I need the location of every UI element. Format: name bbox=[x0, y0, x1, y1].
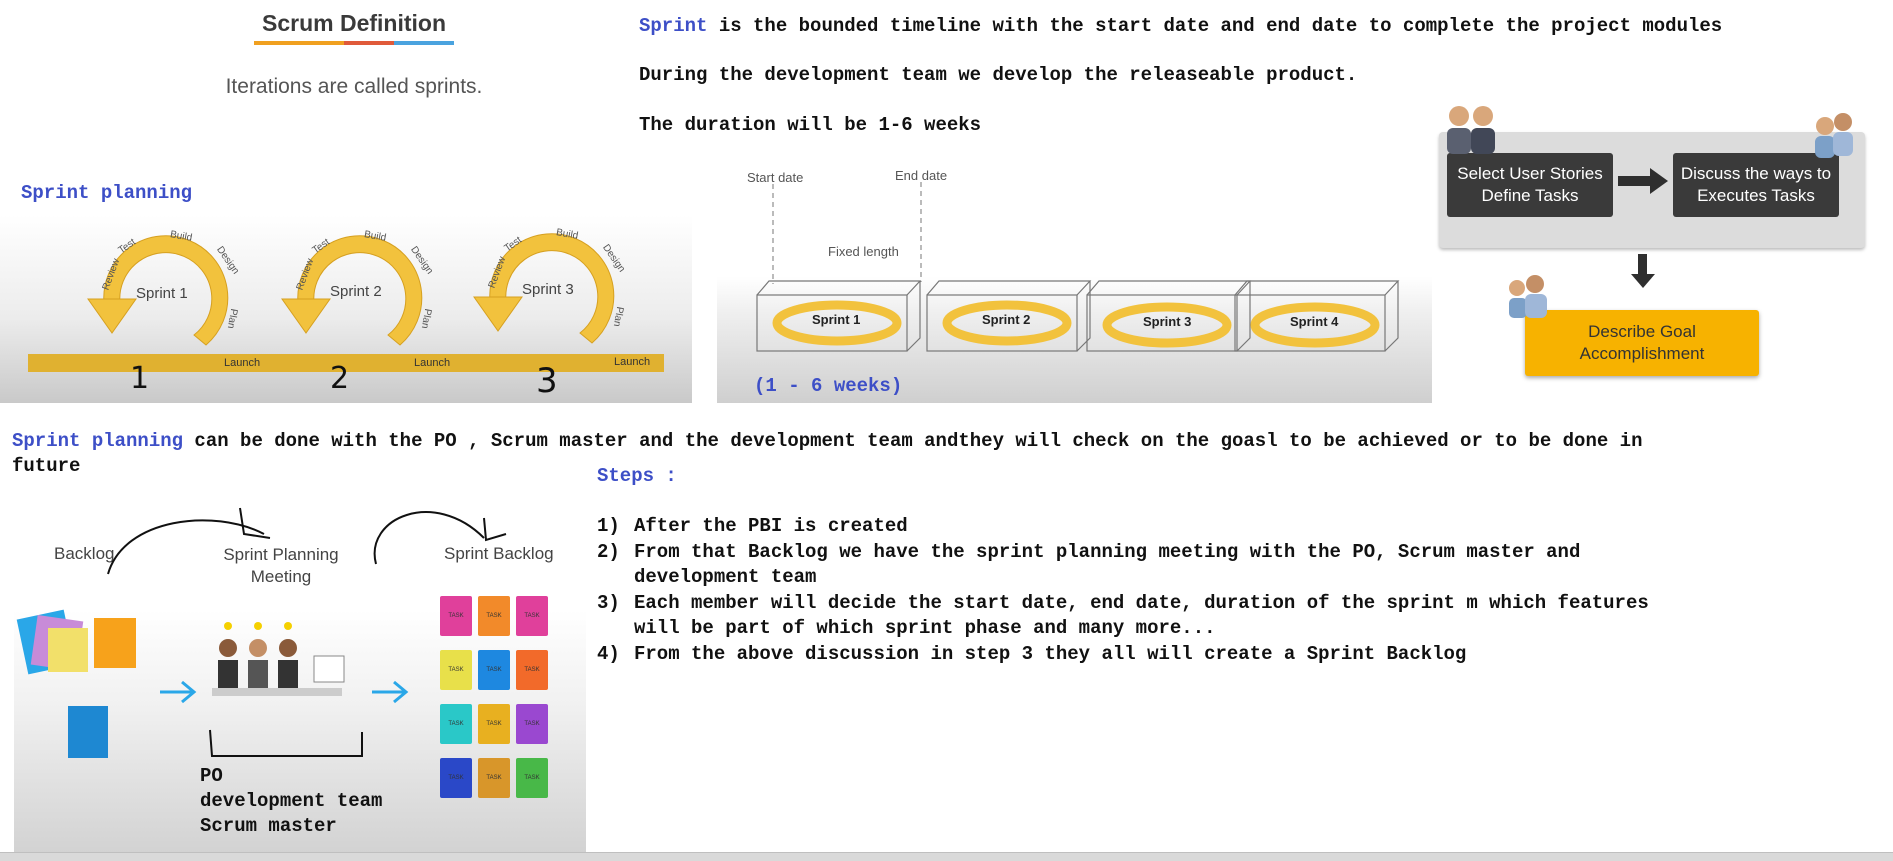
timeline-end-label: End date bbox=[895, 168, 948, 183]
right-arrow-icon bbox=[1618, 176, 1654, 186]
sprint-flow-diagram: Select User Stories Define Tasks Discuss… bbox=[1435, 98, 1893, 388]
task-card-6: TASK bbox=[516, 650, 548, 690]
right-arrow-head-icon bbox=[1650, 168, 1668, 194]
sticky-notes-icon bbox=[16, 609, 136, 758]
cycle-sprint-2-label: Sprint 2 bbox=[330, 283, 382, 300]
planning-wrap: future bbox=[12, 455, 81, 477]
task-card-3: TASK bbox=[516, 596, 548, 636]
right-arrow-icon-1 bbox=[160, 680, 197, 704]
planning-rest: can be done with the PO , Scrum master a… bbox=[183, 430, 1643, 452]
steps-list: 1) After the PBI is created 2) From that… bbox=[597, 514, 1887, 668]
step-line: From the above discussion in step 3 they… bbox=[634, 643, 1467, 665]
task-card-11: TASK bbox=[478, 758, 510, 798]
task-card-9: TASK bbox=[516, 704, 548, 744]
people-group-icon-2 bbox=[1815, 113, 1853, 158]
planning-keyword: Sprint planning bbox=[12, 430, 184, 452]
task-card-10: TASK bbox=[440, 758, 472, 798]
members-list: PO development team Scrum master bbox=[200, 764, 382, 839]
meeting-people-icon bbox=[212, 622, 345, 696]
horizontal-scrollbar[interactable] bbox=[0, 852, 1893, 861]
step-number: 4) bbox=[597, 643, 620, 665]
timeline-sprint-3: Sprint 3 bbox=[1143, 314, 1192, 329]
task-card-1: TASK bbox=[440, 596, 472, 636]
task-card-2: TASK bbox=[478, 596, 510, 636]
sprint-definition-line1: Sprint is the bounded timeline with the … bbox=[639, 15, 1722, 37]
task-card-4: TASK bbox=[440, 650, 472, 690]
people-group-icon-3 bbox=[1509, 275, 1547, 318]
timeline-sprint-1: Sprint 1 bbox=[812, 312, 861, 327]
step-line: will be part of which sprint phase and m… bbox=[634, 617, 1216, 639]
step-number: 1) bbox=[597, 515, 620, 537]
sprint-cycle-diagram: Sprint 1 Sprint 2 Sprint 3 Review Test B… bbox=[0, 215, 692, 403]
step-3: 3) Each member will decide the start dat… bbox=[597, 591, 1887, 641]
flow-box-describe-goal: Describe Goal Accomplishment bbox=[1525, 310, 1759, 376]
cycle-sprint-3-label: Sprint 3 bbox=[522, 281, 574, 298]
sprint-keyword: Sprint bbox=[639, 15, 708, 37]
handwritten-number-3: 3 bbox=[536, 361, 558, 401]
timeline-weeks-note: (1 - 6 weeks) bbox=[754, 375, 903, 397]
sprint-definition-rest: is the bounded timeline with the start d… bbox=[707, 15, 1723, 37]
launch-label-2: Launch bbox=[414, 357, 451, 369]
member-scrum-master: Scrum master bbox=[200, 815, 337, 837]
step-line: From that Backlog we have the sprint pla… bbox=[634, 541, 1581, 563]
task-card-7: TASK bbox=[440, 704, 472, 744]
step-2: 2) From that Backlog we have the sprint … bbox=[597, 540, 1887, 590]
step-1: 1) After the PBI is created bbox=[597, 514, 1887, 539]
backlog-diagram: Backlog Sprint Planning Meeting Sprint B… bbox=[14, 478, 586, 854]
timeline-svg bbox=[756, 182, 1400, 352]
launch-label-1: Launch bbox=[224, 357, 261, 369]
timeline-fixed-label: Fixed length bbox=[828, 244, 899, 259]
task-card-12: TASK bbox=[516, 758, 548, 798]
down-arrow-head-icon bbox=[1631, 274, 1655, 288]
cycle-sprint-1-label: Sprint 1 bbox=[136, 285, 188, 302]
timeline-sprint-4: Sprint 4 bbox=[1290, 314, 1339, 329]
title-underline bbox=[254, 41, 454, 45]
task-card-5: TASK bbox=[478, 650, 510, 690]
task-card-8: TASK bbox=[478, 704, 510, 744]
sprint-definition-line3: The duration will be 1-6 weeks bbox=[639, 114, 982, 136]
timeline-sprint-2: Sprint 2 bbox=[982, 312, 1031, 327]
step-line: development team bbox=[634, 566, 817, 588]
handwritten-number-1: 1 bbox=[130, 361, 150, 396]
right-arrow-icon-2 bbox=[372, 680, 409, 704]
handwritten-number-2: 2 bbox=[330, 361, 350, 396]
steps-heading: Steps : bbox=[597, 465, 677, 487]
planning-sentence: Sprint planning can be done with the PO … bbox=[12, 429, 1892, 479]
sprint-planning-label: Sprint planning bbox=[21, 182, 193, 204]
step-line: After the PBI is created bbox=[634, 515, 908, 537]
step-number: 2) bbox=[597, 541, 620, 563]
people-group-icon bbox=[1447, 106, 1495, 154]
launch-label-3: Launch bbox=[614, 356, 651, 368]
scrum-definition-title: Scrum Definition bbox=[261, 10, 446, 36]
step-4: 4) From the above discussion in step 3 t… bbox=[597, 642, 1887, 667]
scrum-definition-subtitle: Iterations are called sprints. bbox=[225, 75, 483, 98]
step-line: Each member will decide the start date, … bbox=[634, 592, 1649, 614]
timeline-start-label: Start date bbox=[747, 170, 804, 185]
member-dev-team: development team bbox=[200, 790, 383, 812]
sprint-definition-line2: During the development team we develop t… bbox=[639, 64, 1358, 86]
down-arrow-icon bbox=[1638, 254, 1647, 276]
member-po: PO bbox=[200, 765, 223, 787]
step-number: 3) bbox=[597, 592, 620, 614]
sprint-timeline-diagram: Start date End date Fixed length Sprint … bbox=[717, 160, 1432, 403]
